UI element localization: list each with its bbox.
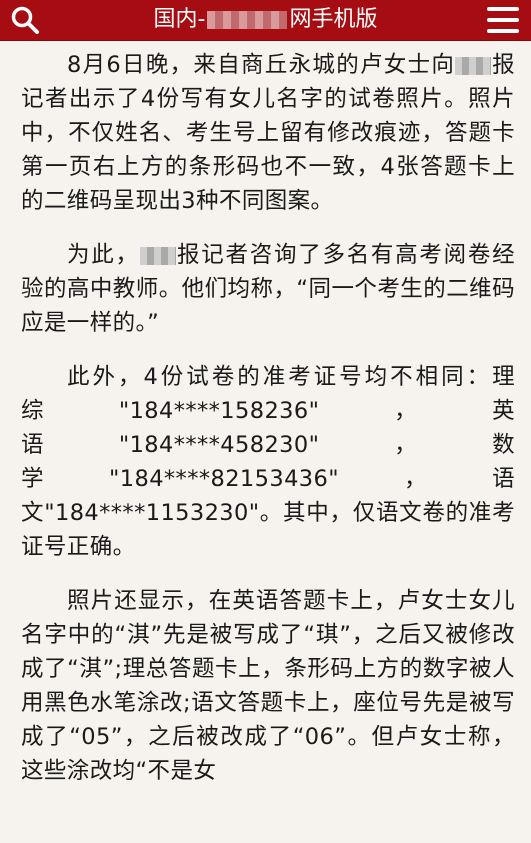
site-title-suffix: 网手机版: [289, 7, 378, 32]
article-paragraph-1: 8月6日晚，来自商丘永城的卢女士向 报记者出示了4份写有女儿名字的试卷照片。照片中…: [21, 52, 516, 214]
redacted-media-name: [455, 56, 492, 75]
top-bar: 国内- 网手机版: [0, 0, 531, 41]
hamburger-menu-icon[interactable]: [487, 7, 519, 33]
article-paragraph-2: 为此， 报记者咨询了多名有高考阅卷经验的高中教师。他们均称，“同一个考生的二维码应…: [21, 242, 516, 336]
article-paragraph-3: 此外，4份试卷的准考证号均不相同：理综"184****158236"，英语"18…: [21, 364, 515, 560]
article-body: 8月6日晚，来自商丘永城的卢女士向 报记者出示了4份写有女儿名字的试卷照片。照片中…: [0, 40, 531, 843]
redacted-media-name: [139, 246, 176, 265]
article-paragraph-4: 照片还显示，在英语答题卡上，卢女士女儿名字中的“淇”先是被写成了“琪”，之后又被…: [21, 588, 515, 784]
site-title: 国内- 网手机版: [0, 6, 531, 34]
site-title-prefix: 国内-: [153, 7, 206, 32]
redacted-site-name: [207, 11, 288, 29]
